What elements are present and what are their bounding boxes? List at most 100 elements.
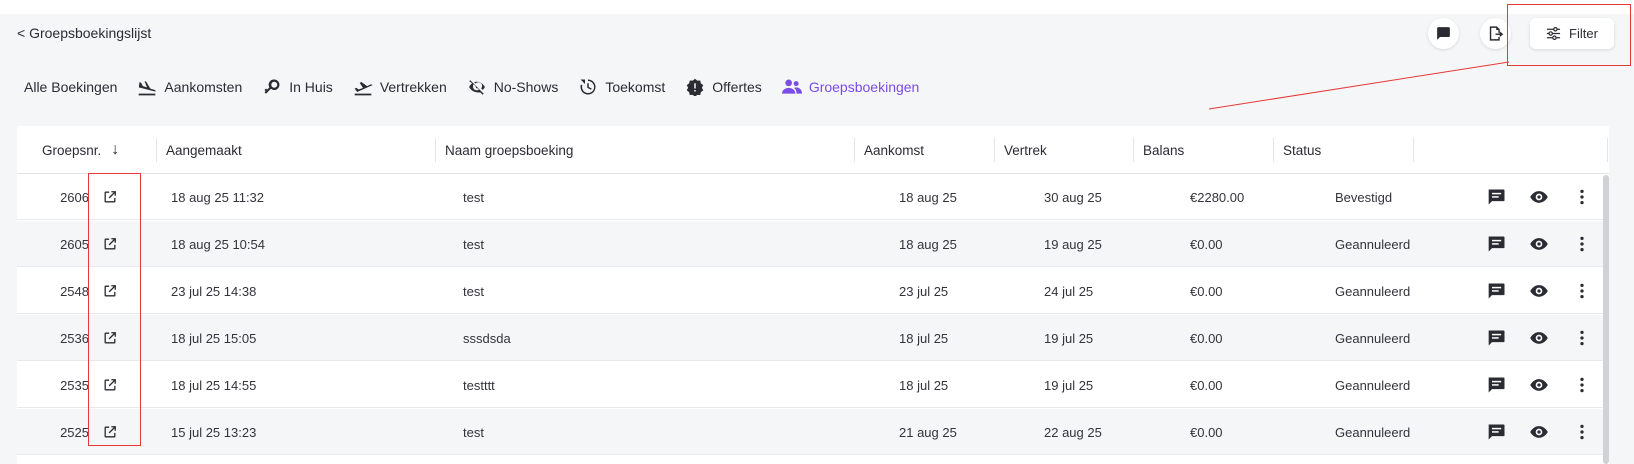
row-comment-button[interactable]	[1485, 174, 1509, 220]
row-comment-button[interactable]	[1485, 221, 1509, 267]
departure-date: 30 aug 25	[1044, 189, 1102, 205]
tab-no-shows[interactable]: No-Shows	[467, 78, 558, 96]
comment-icon	[1488, 424, 1505, 440]
balance: €0.00	[1190, 377, 1223, 393]
group-name: test	[463, 236, 484, 252]
open-group-link[interactable]	[100, 362, 120, 408]
row-comment-button[interactable]	[1485, 409, 1509, 455]
group-name: test	[463, 424, 484, 440]
row-more-button[interactable]	[1570, 315, 1594, 361]
more-vertical-icon	[1580, 424, 1584, 440]
open-group-link[interactable]	[100, 174, 120, 220]
column-label: Groepsnr.	[42, 142, 102, 158]
row-more-button[interactable]	[1570, 221, 1594, 267]
group-number: 2548	[60, 283, 89, 299]
group-name: sssdsda	[463, 330, 511, 346]
eye-icon	[1530, 426, 1548, 438]
table-row[interactable]: 2525 15 jul 25 13:23 test 21 aug 25 22 aug 2…	[17, 409, 1609, 455]
table-row[interactable]: 2606 18 aug 25 11:32 test 18 aug 25 30 aug 2…	[17, 174, 1609, 220]
row-comment-button[interactable]	[1485, 268, 1509, 314]
row-view-button[interactable]	[1527, 409, 1551, 455]
tab-alle-boekingen[interactable]: Alle Boekingen	[24, 79, 117, 95]
group-icon	[781, 79, 802, 94]
back-link[interactable]: < Groepsboekingslijst	[17, 25, 151, 41]
column-header-aankomst[interactable]: Aankomst	[854, 138, 924, 162]
status: Geannuleerd	[1335, 424, 1411, 440]
balance: €0.00	[1190, 424, 1223, 440]
row-view-button[interactable]	[1527, 268, 1551, 314]
clock-forward-icon	[580, 79, 596, 95]
created-date: 18 aug 25 10:54	[171, 236, 265, 252]
tab-toekomst[interactable]: Toekomst	[578, 78, 665, 96]
booking-tabs: Alle Boekingen Aankomsten In Huis Vertre…	[24, 74, 939, 100]
column-header-vertrek[interactable]: Vertrek	[994, 138, 1047, 162]
tab-label: Offertes	[712, 79, 762, 95]
column-header-naam[interactable]: Naam groepsboeking	[435, 138, 573, 162]
group-number: 2535	[60, 377, 89, 393]
comment-icon	[1488, 330, 1505, 346]
chat-button[interactable]	[1428, 18, 1459, 49]
row-more-button[interactable]	[1570, 174, 1594, 220]
filter-label: Filter	[1569, 26, 1598, 41]
more-vertical-icon	[1580, 330, 1584, 346]
row-view-button[interactable]	[1527, 315, 1551, 361]
plane-departure-icon	[354, 82, 373, 96]
row-view-button[interactable]	[1527, 174, 1551, 220]
table-row[interactable]: 2536 18 jul 25 15:05 sssdsda 18 jul 25 19 ju…	[17, 315, 1609, 361]
status: Geannuleerd	[1335, 377, 1411, 393]
row-more-button[interactable]	[1570, 268, 1594, 314]
row-view-button[interactable]	[1527, 362, 1551, 408]
eye-icon	[1530, 238, 1548, 250]
external-link-icon	[104, 238, 116, 250]
created-date: 18 jul 25 15:05	[171, 330, 257, 346]
row-comment-button[interactable]	[1485, 362, 1509, 408]
column-header-groepsnr[interactable]: Groepsnr. ↓	[33, 126, 119, 174]
column-header-status[interactable]: Status	[1273, 138, 1321, 162]
group-name: test	[463, 283, 484, 299]
status: Geannuleerd	[1335, 330, 1411, 346]
tab-in-huis[interactable]: In Huis	[262, 78, 333, 96]
tab-vertrekken[interactable]: Vertrekken	[353, 78, 447, 96]
column-label: Naam groepsboeking	[445, 142, 574, 158]
external-link-icon	[104, 285, 116, 297]
sliders-icon	[1546, 26, 1561, 41]
tab-groepsboekingen[interactable]: Groepsboekingen	[781, 78, 919, 96]
row-more-button[interactable]	[1570, 409, 1594, 455]
group-bookings-table: Groepsnr. ↓ Aangemaakt Naam groepsboekin…	[17, 126, 1609, 464]
tab-aankomsten[interactable]: Aankomsten	[137, 78, 242, 96]
table-row[interactable]: 2535 18 jul 25 14:55 testttt 18 jul 25 19 ju…	[17, 362, 1609, 408]
external-link-icon	[104, 379, 116, 391]
column-label: Status	[1283, 142, 1322, 158]
column-header-balans[interactable]: Balans	[1133, 138, 1184, 162]
key-icon	[264, 79, 280, 94]
table-row[interactable]: 2548 23 jul 25 14:38 test 23 jul 25 24 jul 2…	[17, 268, 1609, 314]
tab-offertes[interactable]: Offertes	[685, 78, 762, 96]
row-more-button[interactable]	[1570, 362, 1594, 408]
open-group-link[interactable]	[100, 315, 120, 361]
external-link-icon	[104, 191, 116, 203]
eye-icon	[1530, 191, 1548, 203]
group-number: 2605	[60, 236, 89, 252]
open-group-link[interactable]	[100, 268, 120, 314]
column-label: Balans	[1143, 142, 1185, 158]
export-button[interactable]	[1480, 18, 1511, 49]
table-row[interactable]: 2605 18 aug 25 10:54 test 18 aug 25 19 aug 2…	[17, 221, 1609, 267]
more-vertical-icon	[1580, 189, 1584, 205]
table-scrollbar[interactable]	[1603, 175, 1609, 464]
created-date: 18 jul 25 14:55	[171, 377, 257, 393]
comment-icon	[1488, 283, 1505, 299]
row-view-button[interactable]	[1527, 221, 1551, 267]
departure-date: 22 aug 25	[1044, 424, 1102, 440]
row-comment-button[interactable]	[1485, 315, 1509, 361]
column-header-aangemaakt[interactable]: Aangemaakt	[156, 138, 242, 162]
more-vertical-icon	[1580, 283, 1584, 299]
eye-off-icon	[468, 80, 485, 95]
column-divider	[1607, 138, 1617, 162]
tab-label: In Huis	[289, 79, 333, 95]
balance: €0.00	[1190, 283, 1223, 299]
filter-button[interactable]: Filter	[1530, 18, 1614, 49]
external-link-icon	[104, 426, 116, 438]
open-group-link[interactable]	[100, 409, 120, 455]
group-number: 2536	[60, 330, 89, 346]
open-group-link[interactable]	[100, 221, 120, 267]
